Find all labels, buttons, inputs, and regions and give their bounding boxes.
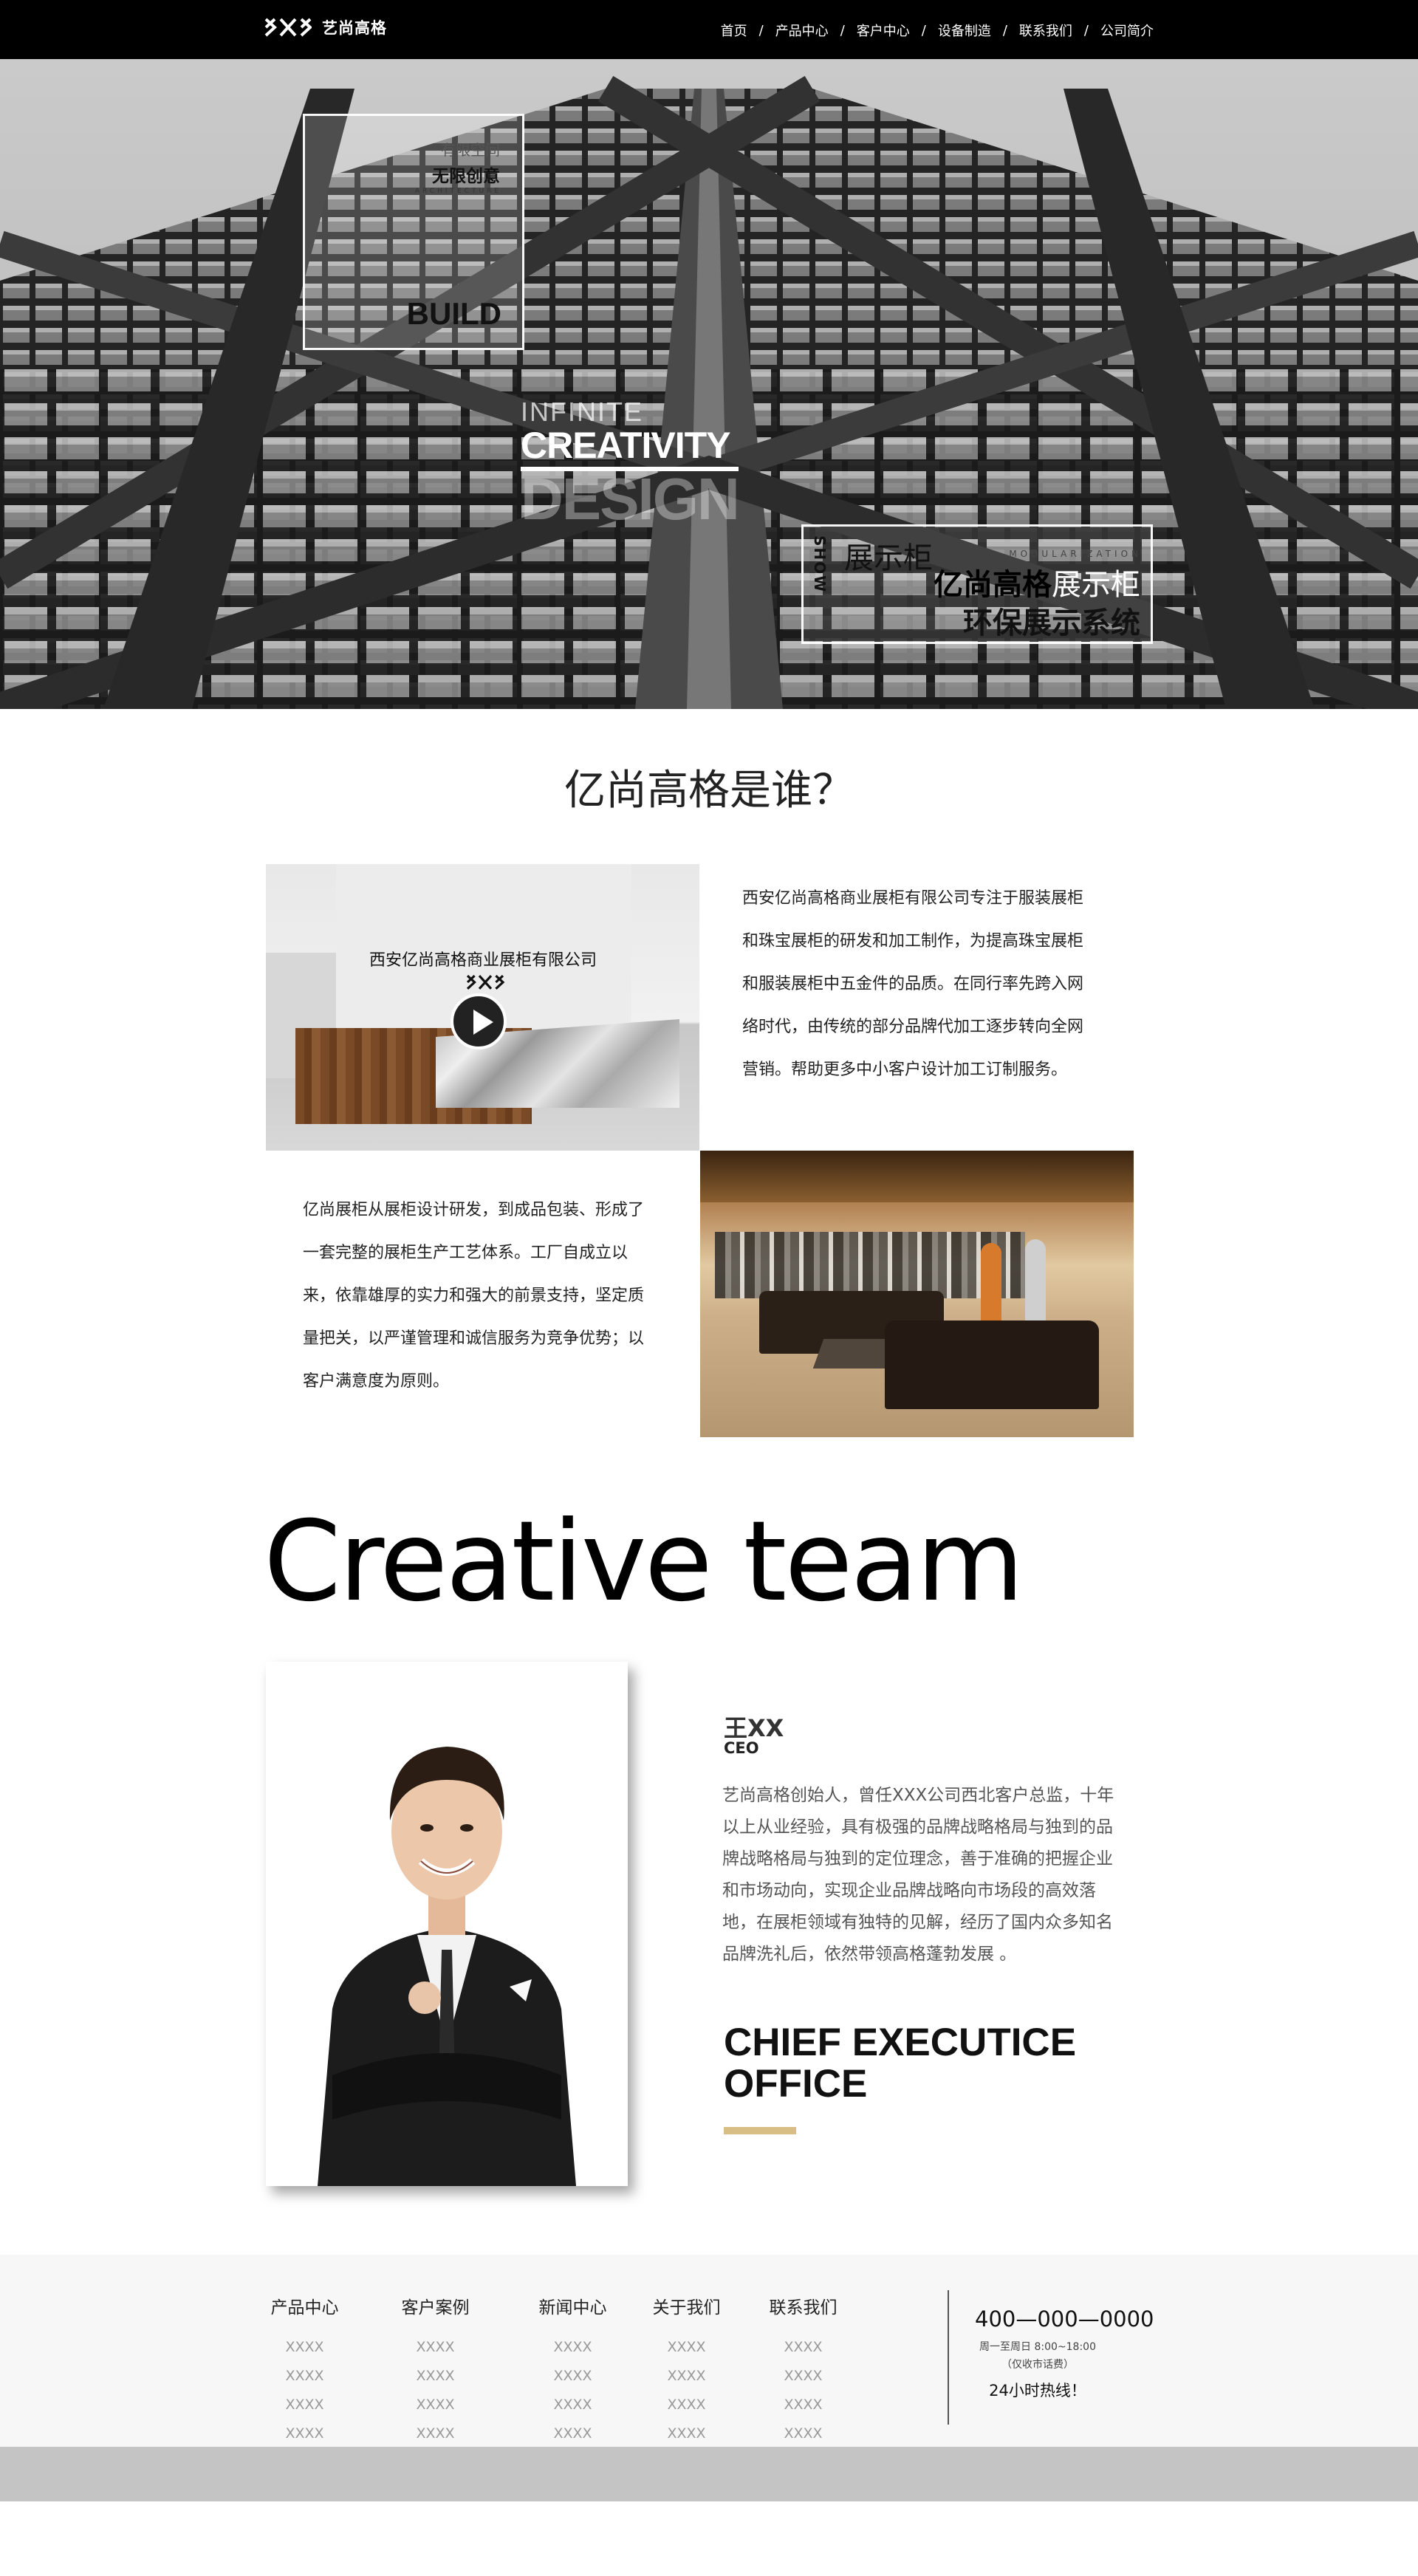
hero-product-box: SHOW 展示柜 MODULARIZATION 亿尚高格展示柜 环保展示系统 [801, 524, 1153, 644]
nav-about[interactable]: 公司简介 [1100, 21, 1154, 40]
footer-heading: 客户案例 [401, 2298, 470, 2318]
nav-separator: / [1083, 22, 1089, 38]
product-line2-rest: 展示柜 [1052, 568, 1140, 602]
nav-separator: / [840, 22, 845, 38]
footer-link[interactable]: XXXX [538, 2419, 608, 2448]
sofa [885, 1320, 1099, 1409]
footer-link[interactable]: XXXX [651, 2362, 722, 2391]
hotline-label: 24小时热线！ [989, 2382, 1086, 2399]
footer-col-news: 新闻中心 XXXX XXXX XXXX XXXX [538, 2293, 608, 2448]
shopper-figure [1025, 1239, 1046, 1324]
footer-link[interactable]: XXXX [768, 2391, 838, 2419]
footer-heading: 关于我们 [652, 2298, 721, 2318]
hero-creativity-text: INFINITE CREATIVITY DESIGN [521, 397, 740, 532]
footer-link[interactable]: XXXX [400, 2419, 470, 2448]
top-nav-bar: 艺尚高格 首页 / 产品中心 / 客户中心 / 设备制造 / 联系我们 / 公司… [0, 0, 1418, 59]
word-infinite: INFINITE [521, 397, 643, 427]
footer-divider [948, 2290, 949, 2425]
showroom-image [700, 1151, 1134, 1437]
modularization-label: MODULARIZATION [1009, 549, 1142, 559]
ceo-title: CHIEF EXECUTICE OFFICE [724, 2022, 1076, 2105]
product-line2-bold: 亿尚高格 [934, 568, 1052, 602]
footer-heading: 产品中心 [270, 2298, 339, 2318]
footer-link[interactable]: XXXX [538, 2391, 608, 2419]
hotline-fee-note: （仅收市话费） [1001, 2359, 1074, 2371]
hotline-block: 400—000—0000 周一至周日 8:00~18:00 （仅收市话费） 24… [975, 2306, 1154, 2401]
product-line3: 环保展示系统 [963, 606, 1140, 640]
footer-bottom-bar [0, 2447, 1418, 2501]
shopper-figure [981, 1243, 1001, 1324]
footer-link[interactable]: XXXX [538, 2362, 608, 2391]
brand-name: 艺尚高格 [322, 19, 387, 37]
nav-products[interactable]: 产品中心 [775, 21, 829, 40]
brand-logo[interactable]: 艺尚高格 [264, 16, 387, 38]
play-icon[interactable] [451, 993, 507, 1049]
footer-col-contact: 联系我们 XXXX XXXX XXXX XXXX [768, 2293, 838, 2448]
footer-link[interactable]: XXXX [270, 2391, 340, 2419]
office-logo-icon [466, 975, 505, 990]
team-heading: Creative team [264, 1498, 1024, 1626]
footer-link[interactable]: XXXX [270, 2362, 340, 2391]
footer-link[interactable]: XXXX [768, 2333, 838, 2362]
ceo-title-line1: CHIEF EXECUTICE [724, 2021, 1077, 2064]
nav-contact[interactable]: 联系我们 [1019, 21, 1072, 40]
nav-equipment[interactable]: 设备制造 [938, 21, 991, 40]
nav-separator: / [758, 22, 764, 38]
tagline-big: 无限创意 [432, 167, 500, 186]
nav-customers[interactable]: 客户中心 [857, 21, 910, 40]
hotline-number[interactable]: 400—000—0000 [975, 2306, 1154, 2332]
main-nav: 首页 / 产品中心 / 客户中心 / 设备制造 / 联系我们 / 公司简介 [721, 21, 1154, 40]
word-design: DESIGN [521, 466, 740, 532]
office-sign: 西安亿尚高格商业展柜有限公司 [369, 951, 597, 970]
ceo-portrait-image [266, 1662, 628, 2186]
footer-link[interactable]: XXXX [270, 2333, 340, 2362]
tagline-build: BUILD [406, 296, 501, 331]
product-line1: 展示柜 [844, 541, 933, 575]
site-footer: 产品中心 XXXX XXXX XXXX XXXX 客户案例 XXXX XXXX … [0, 2255, 1418, 2447]
hero-tagline-box: 有限空间 无限创意 ARCHITECTURE BUILD [303, 114, 524, 350]
footer-link[interactable]: XXXX [651, 2391, 722, 2419]
footer-link[interactable]: XXXX [400, 2333, 470, 2362]
product-line2: 亿尚高格展示柜 [934, 561, 1140, 603]
footer-heading: 联系我们 [769, 2298, 838, 2318]
nav-home[interactable]: 首页 [721, 21, 747, 40]
footer-link[interactable]: XXXX [538, 2333, 608, 2362]
about-text-2: 亿尚展柜从展柜设计研发，到成品包装、形成了一套完整的展柜生产工艺体系。工厂自成立… [303, 1201, 645, 1391]
footer-col-about: 关于我们 XXXX XXXX XXXX XXXX [651, 2293, 722, 2448]
ceo-title-line2: OFFICE [724, 2062, 868, 2106]
tagline-small: 有限空间 [441, 141, 500, 159]
skyscraper-image [0, 59, 1418, 709]
accent-bar [724, 2127, 796, 2134]
footer-heading: 新闻中心 [538, 2298, 607, 2318]
footer-link[interactable]: XXXX [768, 2362, 838, 2391]
word-creativity: CREATIVITY [521, 425, 739, 471]
nav-separator: / [921, 22, 926, 38]
clothing-rack [715, 1232, 1025, 1298]
show-label: SHOW [811, 535, 829, 594]
showroom-ceiling [700, 1151, 1134, 1202]
footer-link[interactable]: XXXX [270, 2419, 340, 2448]
nav-separator: / [1002, 22, 1007, 38]
ceo-role: CEO [724, 1739, 759, 1757]
footer-link[interactable]: XXXX [768, 2419, 838, 2448]
footer-col-products: 产品中心 XXXX XXXX XXXX XXXX [270, 2293, 340, 2448]
footer-link[interactable]: XXXX [400, 2391, 470, 2419]
brand-mark-icon [264, 18, 312, 37]
about-text-1: 西安亿尚高格商业展柜有限公司专注于服装展柜和珠宝展柜的研发和加工制作，为提高珠宝… [742, 889, 1084, 1079]
footer-col-cases: 客户案例 XXXX XXXX XXXX XXXX [400, 2293, 470, 2448]
ceo-photo [266, 1662, 628, 2186]
about-heading: 亿尚高格是谁？ [564, 767, 854, 815]
office-video-thumbnail[interactable]: 西安亿尚高格商业展柜有限公司 [266, 864, 699, 1151]
hero-banner: 有限空间 无限创意 ARCHITECTURE BUILD INFINITE CR… [0, 59, 1418, 709]
ceo-bio: 艺尚高格创始人，曾任XXX公司西北客户总监，十年以上从业经验，具有极强的品牌战略… [722, 1786, 1114, 1964]
tagline-architecture: ARCHITECTURE [414, 188, 501, 195]
footer-link[interactable]: XXXX [400, 2362, 470, 2391]
hotline-hours: 周一至周日 8:00~18:00 [979, 2341, 1096, 2353]
footer-link[interactable]: XXXX [651, 2333, 722, 2362]
footer-link[interactable]: XXXX [651, 2419, 722, 2448]
